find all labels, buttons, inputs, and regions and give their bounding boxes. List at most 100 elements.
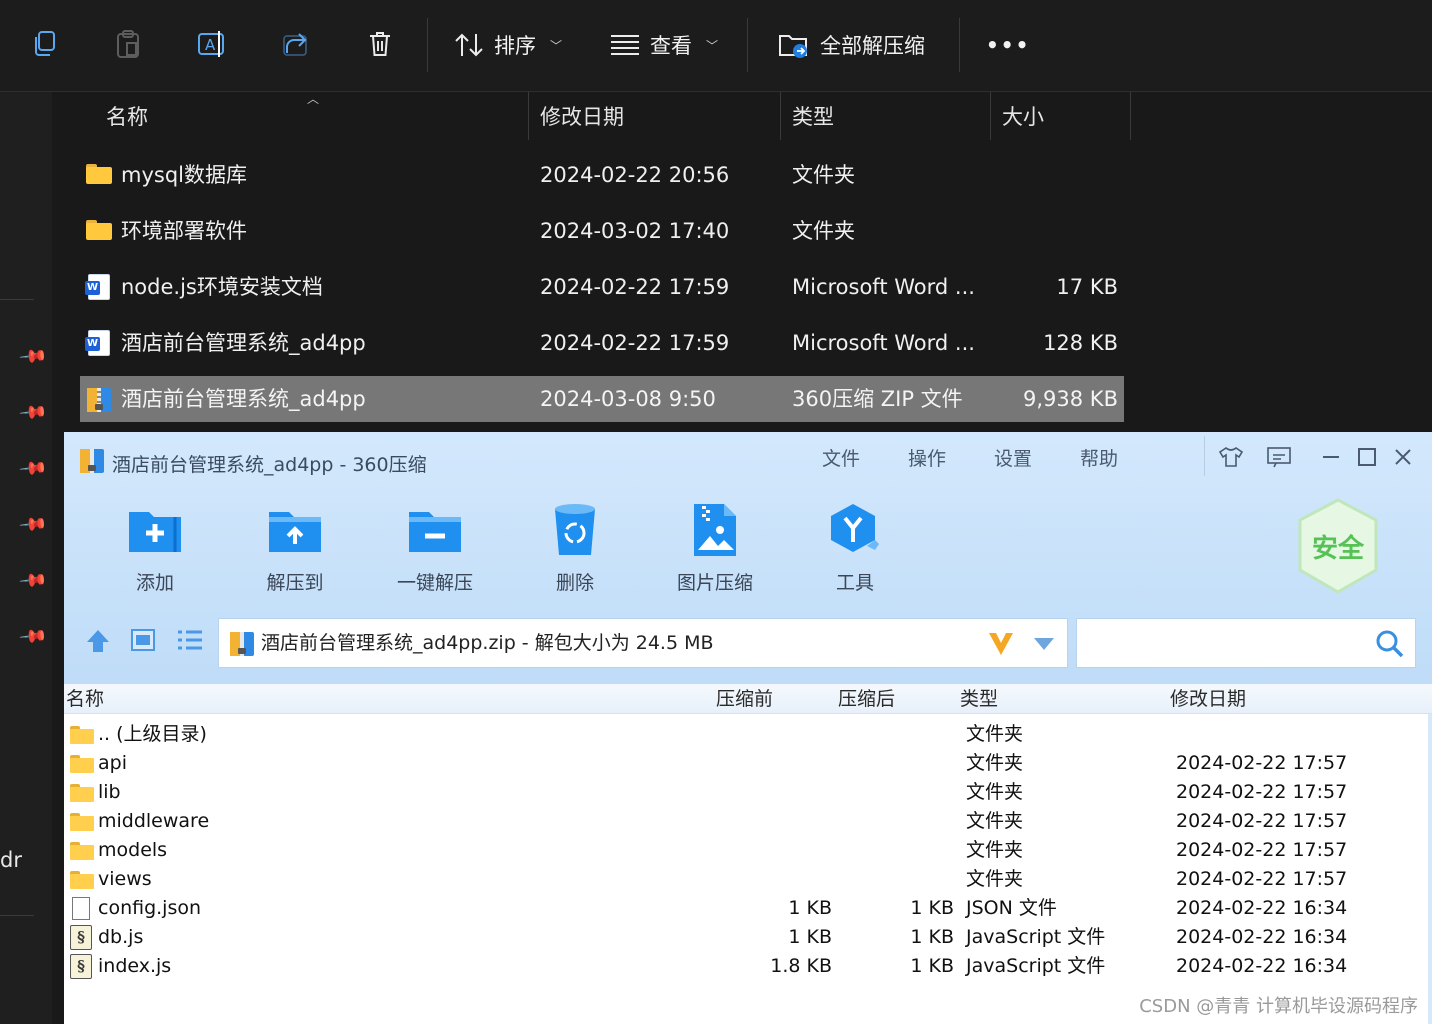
column-header-name[interactable]: 名称 <box>66 684 104 714</box>
extract-all-button[interactable]: 全部解压缩 <box>778 26 925 64</box>
zip-viewer-window: 酒店前台管理系统_ad4pp - 360压缩 文件 操作 设置 帮助 添加 解压… <box>64 432 1432 1024</box>
column-header-type[interactable]: 类型 <box>782 92 834 140</box>
file-row[interactable]: W node.js环境安装文档 2024-02-22 17:59 Microso… <box>80 264 1124 310</box>
archive-row[interactable]: lib 文件夹 2024-02-22 17:57 <box>64 778 1428 807</box>
extract-to-button[interactable]: 解压到 <box>240 502 350 602</box>
archive-row[interactable]: models 文件夹 2024-02-22 17:57 <box>64 836 1428 865</box>
script-file-icon: § <box>70 925 92 950</box>
archive-row[interactable]: § db.js 1 KB 1 KB JavaScript 文件 2024-02-… <box>64 923 1428 952</box>
entry-type: 文件夹 <box>966 810 1024 832</box>
column-header-modified[interactable]: 修改日期 <box>530 92 624 140</box>
tools-label: 工具 <box>835 572 874 594</box>
zip-archive-icon <box>87 388 111 412</box>
entry-type: JavaScript 文件 <box>966 955 1106 977</box>
column-divider <box>1130 92 1131 140</box>
entry-name: db.js <box>98 926 144 948</box>
view-details-icon[interactable] <box>176 628 204 656</box>
skin-shirt-icon[interactable] <box>1214 442 1248 472</box>
column-header-size[interactable]: 大小 <box>992 92 1044 140</box>
column-header-name[interactable]: 名称 <box>96 92 148 140</box>
menu-help[interactable]: 帮助 <box>1080 444 1118 471</box>
share-icon[interactable] <box>280 28 312 60</box>
entry-modified: 2024-02-22 16:34 <box>1176 897 1348 919</box>
entry-type: 文件夹 <box>966 839 1024 861</box>
file-row[interactable]: 环境部署软件 2024-03-02 17:40 文件夹 <box>80 208 1124 254</box>
view-button[interactable]: 查看 ﹀ <box>610 26 718 64</box>
copy-icon[interactable] <box>28 28 60 60</box>
up-level-icon[interactable] <box>84 628 112 658</box>
file-size: 9,938 KB <box>1023 387 1118 411</box>
column-header-before[interactable]: 压缩前 <box>716 684 773 714</box>
pin-icon[interactable]: 📌 <box>18 565 49 595</box>
view-list-icon <box>611 35 639 55</box>
column-header-after[interactable]: 压缩后 <box>838 684 895 714</box>
entry-name: views <box>98 868 152 890</box>
word-doc-icon: W <box>85 330 110 356</box>
tools-button[interactable]: 工具 <box>800 502 910 602</box>
file-row[interactable]: mysql数据库 2024-02-22 20:56 文件夹 <box>80 152 1124 198</box>
menu-settings[interactable]: 设置 <box>994 444 1032 471</box>
dropdown-arrow-icon[interactable] <box>1033 637 1055 651</box>
watermark-text: CSDN @青青 计算机毕设源码程序 <box>1139 996 1418 1017</box>
sort-button[interactable]: 排序 ﹀ <box>454 26 562 64</box>
entry-modified: 2024-02-22 16:34 <box>1176 926 1348 948</box>
entry-size-before: 1 KB <box>788 897 832 919</box>
menu-file[interactable]: 文件 <box>822 444 860 471</box>
file-name: mysql数据库 <box>121 163 247 187</box>
view-thumbnail-icon[interactable] <box>130 628 156 656</box>
image-compress-button[interactable]: 图片压缩 <box>660 502 770 602</box>
archive-row[interactable]: api 文件夹 2024-02-22 17:57 <box>64 749 1428 778</box>
extract-folder-icon <box>779 35 807 58</box>
archive-search-input[interactable] <box>1076 618 1416 668</box>
file-name: 环境部署软件 <box>121 219 247 243</box>
archive-row[interactable]: config.json 1 KB 1 KB JSON 文件 2024-02-22… <box>64 894 1428 923</box>
entry-modified: 2024-02-22 17:57 <box>1176 781 1348 803</box>
pin-icon[interactable]: 📌 <box>18 621 49 651</box>
menu-operation[interactable]: 操作 <box>908 444 946 471</box>
file-name: 酒店前台管理系统_ad4pp <box>121 387 366 411</box>
svg-text:A: A <box>205 36 216 54</box>
search-icon[interactable] <box>1375 629 1405 659</box>
pin-icon[interactable]: 📌 <box>18 453 49 483</box>
column-header-type[interactable]: 类型 <box>960 684 998 714</box>
entry-modified: 2024-02-22 17:57 <box>1176 810 1348 832</box>
entry-modified: 2024-02-22 17:57 <box>1176 752 1348 774</box>
archive-row[interactable]: middleware 文件夹 2024-02-22 17:57 <box>64 807 1428 836</box>
maximize-icon[interactable] <box>1350 442 1384 472</box>
folder-icon <box>70 813 94 831</box>
image-compress-label: 图片压缩 <box>676 572 753 594</box>
pin-icon[interactable]: 📌 <box>18 341 49 371</box>
brand-v-icon[interactable] <box>987 631 1015 657</box>
archive-row[interactable]: views 文件夹 2024-02-22 17:57 <box>64 865 1428 894</box>
rename-icon[interactable]: A <box>196 28 228 60</box>
archive-path-field[interactable]: 酒店前台管理系统_ad4pp.zip - 解包大小为 24.5 MB <box>218 618 1068 668</box>
chevron-down-icon: ﹀ <box>550 38 563 53</box>
delete-button[interactable]: 删除 <box>520 502 630 602</box>
pin-icon[interactable]: 📌 <box>18 397 49 427</box>
archive-row[interactable]: § index.js 1.8 KB 1 KB JavaScript 文件 202… <box>64 952 1428 981</box>
entry-type: 文件夹 <box>966 781 1024 803</box>
paste-icon[interactable] <box>112 28 144 60</box>
entry-name: models <box>98 839 168 861</box>
delete-icon[interactable] <box>364 28 396 60</box>
one-click-extract-button[interactable]: 一键解压 <box>380 502 490 602</box>
file-row-selected[interactable]: 酒店前台管理系统_ad4pp 2024-03-08 9:50 360压缩 ZIP… <box>80 376 1124 422</box>
folder-icon <box>70 842 94 860</box>
file-row[interactable]: W 酒店前台管理系统_ad4pp 2024-02-22 17:59 Micros… <box>80 320 1124 366</box>
nav-item-partial-label[interactable]: dr <box>0 848 22 872</box>
column-header-modified[interactable]: 修改日期 <box>1170 684 1246 714</box>
feedback-icon[interactable] <box>1262 442 1296 472</box>
close-icon[interactable] <box>1386 442 1420 472</box>
pin-icon[interactable]: 📌 <box>18 509 49 539</box>
security-badge[interactable]: 安全 <box>1296 498 1380 594</box>
entry-name: lib <box>98 781 121 803</box>
minimize-icon[interactable] <box>1314 442 1348 472</box>
chevron-down-icon: ﹀ <box>706 38 719 53</box>
archive-row[interactable]: .. (上级目录) 文件夹 <box>64 720 1428 749</box>
more-options-button[interactable]: ••• <box>986 26 1030 64</box>
file-modified: 2024-02-22 17:59 <box>540 275 730 299</box>
add-button[interactable]: 添加 <box>100 502 210 602</box>
sort-icon <box>455 33 483 57</box>
entry-size-after: 1 KB <box>910 955 954 977</box>
entry-name: .. (上级目录) <box>98 723 207 745</box>
